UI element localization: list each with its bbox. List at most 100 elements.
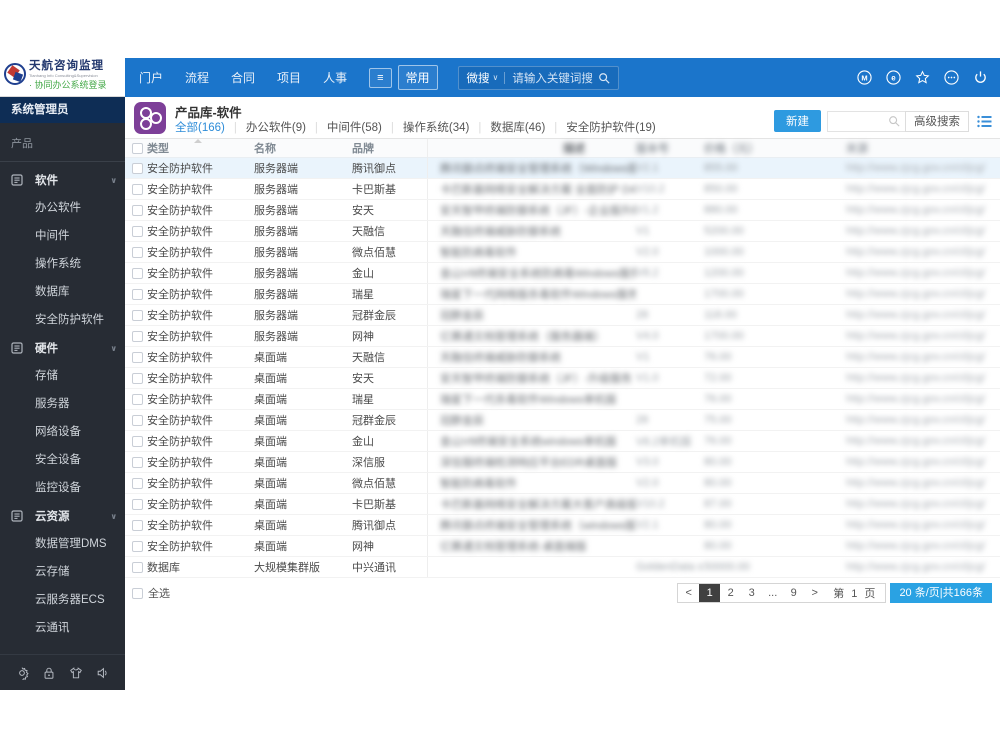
row-checkbox[interactable] bbox=[132, 204, 143, 216]
row-checkbox[interactable] bbox=[132, 351, 143, 363]
sidebar-item-中间件[interactable]: 中间件 bbox=[0, 222, 125, 250]
row-checkbox[interactable] bbox=[132, 498, 143, 510]
table-row[interactable]: 安全防护软件 服务器端 金山 金山V8终端安全系统防病毒Windows服务器版 … bbox=[125, 263, 1000, 284]
table-row[interactable]: 安全防护软件 服务器端 冠群金辰 冠群金辰 28 118.00 http://w… bbox=[125, 305, 1000, 326]
row-checkbox[interactable] bbox=[132, 372, 143, 384]
page-button-9[interactable]: 9 bbox=[783, 584, 804, 602]
tab-数据库(46)[interactable]: 数据库(46) bbox=[469, 119, 545, 135]
sidebar-item-存储[interactable]: 存储 bbox=[0, 362, 125, 390]
more-icon[interactable] bbox=[944, 70, 959, 85]
table-row[interactable]: 安全防护软件 桌面端 微点佰慧 智能防病毒软件 V2.0 80.00 http:… bbox=[125, 473, 1000, 494]
chevron-down-icon[interactable]: ∨ bbox=[111, 512, 118, 521]
row-checkbox[interactable] bbox=[132, 477, 143, 489]
row-checkbox[interactable] bbox=[132, 288, 143, 300]
nav-menu-button[interactable]: ≡ bbox=[369, 67, 392, 88]
sidebar-item-网络设备[interactable]: 网络设备 bbox=[0, 418, 125, 446]
list-view-icon[interactable] bbox=[977, 115, 992, 128]
row-checkbox[interactable] bbox=[132, 162, 143, 174]
advanced-search-button[interactable]: 高级搜索 bbox=[905, 110, 969, 132]
col-header-price[interactable]: 价格（元） bbox=[704, 140, 846, 156]
table-row[interactable]: 数据库 大规模集群版 中兴通讯 GoldenData s... 50000.00… bbox=[125, 557, 1000, 578]
table-row[interactable]: 安全防护软件 服务器端 网神 亿赛通文档管理系统（服务器端） V4.0 1700… bbox=[125, 326, 1000, 347]
sidebar-group[interactable]: 软件 ∨ bbox=[0, 166, 125, 194]
table-row[interactable]: 安全防护软件 服务器端 腾讯御点 腾讯御点终端安全管理系统（Windows版） … bbox=[125, 158, 1000, 179]
select-all-header-checkbox[interactable] bbox=[132, 142, 143, 154]
row-checkbox[interactable] bbox=[132, 414, 143, 426]
row-checkbox[interactable] bbox=[132, 561, 143, 573]
table-row[interactable]: 安全防护软件 桌面端 深信服 深信服终端检测响应平台EDR桌面版 V3.0 80… bbox=[125, 452, 1000, 473]
new-button[interactable]: 新建 bbox=[774, 110, 821, 132]
col-header-source[interactable]: 来源 bbox=[846, 140, 1000, 156]
table-search-icon[interactable] bbox=[888, 115, 900, 127]
tab-办公软件(9)[interactable]: 办公软件(9) bbox=[225, 119, 306, 135]
chevron-down-icon[interactable]: ∨ bbox=[111, 344, 118, 353]
page-button-...[interactable]: ... bbox=[762, 584, 783, 602]
table-row[interactable]: 安全防护软件 桌面端 安天 安天智甲终端防御系统（JF）-升级服务 V1.0 7… bbox=[125, 368, 1000, 389]
sidebar-item-数据管理DMS[interactable]: 数据管理DMS bbox=[0, 530, 125, 558]
theme-shirt-icon[interactable] bbox=[69, 666, 83, 680]
tab-全部(166)[interactable]: 全部(166) bbox=[175, 119, 225, 143]
page-button-3[interactable]: 3 bbox=[741, 584, 762, 602]
sidebar-item-安全防护软件[interactable]: 安全防护软件 bbox=[0, 306, 125, 334]
select-all-checkbox[interactable] bbox=[132, 587, 143, 599]
table-search-input[interactable] bbox=[827, 110, 905, 132]
global-search[interactable]: 微搜 ∨ 请输入关键词搜 bbox=[457, 65, 619, 90]
nav-item-流程[interactable]: 流程 bbox=[185, 71, 209, 85]
table-row[interactable]: 安全防护软件 桌面端 腾讯御点 腾讯御点终端安全管理系统（windows版）/ … bbox=[125, 515, 1000, 536]
table-row[interactable]: 安全防护软件 服务器端 天融信 天融信终端威胁防御系统 V1 5200.00 h… bbox=[125, 221, 1000, 242]
sidebar-item-安全设备[interactable]: 安全设备 bbox=[0, 446, 125, 474]
page-jump-label[interactable]: 第 1 页 bbox=[825, 585, 885, 601]
table-row[interactable]: 安全防护软件 桌面端 卡巴斯基 卡巴斯基网络安全解决方案大客户高级版（KBE） … bbox=[125, 494, 1000, 515]
table-row[interactable]: 安全防护软件 桌面端 天融信 天融信终端威胁防御系统 V1 76.00 http… bbox=[125, 347, 1000, 368]
row-checkbox[interactable] bbox=[132, 393, 143, 405]
sidebar-item-监控设备[interactable]: 监控设备 bbox=[0, 474, 125, 502]
lock-icon[interactable] bbox=[42, 666, 56, 680]
table-row[interactable]: 安全防护软件 桌面端 冠群金辰 冠群金辰 28 75.00 http://www… bbox=[125, 410, 1000, 431]
sidebar-item-服务器[interactable]: 服务器 bbox=[0, 390, 125, 418]
message-m-icon[interactable]: M bbox=[857, 70, 872, 85]
table-row[interactable]: 安全防护软件 桌面端 金山 金山V8终端安全系统windows单机版 V8.2单… bbox=[125, 431, 1000, 452]
col-header-name[interactable]: 名称 bbox=[254, 140, 352, 156]
page-size-badge[interactable]: 20 条/页|共166条 bbox=[890, 583, 992, 603]
sidebar-group[interactable]: 云资源 ∨ bbox=[0, 502, 125, 530]
row-checkbox[interactable] bbox=[132, 246, 143, 258]
col-header-version[interactable]: 版本号 bbox=[636, 140, 704, 156]
sidebar-item-云存储[interactable]: 云存储 bbox=[0, 558, 125, 586]
search-placeholder[interactable]: 请输入关键词搜 bbox=[512, 70, 593, 86]
col-header-brand[interactable]: 品牌 bbox=[352, 139, 428, 157]
row-checkbox[interactable] bbox=[132, 309, 143, 321]
row-checkbox[interactable] bbox=[132, 519, 143, 531]
sidebar-item-办公软件[interactable]: 办公软件 bbox=[0, 194, 125, 222]
search-icon[interactable] bbox=[598, 72, 610, 84]
search-scope-label[interactable]: 微搜 bbox=[467, 70, 490, 86]
power-icon[interactable] bbox=[973, 70, 988, 85]
favorite-star-icon[interactable] bbox=[915, 70, 930, 85]
row-checkbox[interactable] bbox=[132, 183, 143, 195]
enterprise-e-icon[interactable]: e bbox=[886, 70, 901, 85]
row-checkbox[interactable] bbox=[132, 225, 143, 237]
row-checkbox[interactable] bbox=[132, 330, 143, 342]
table-row[interactable]: 安全防护软件 服务器端 微点佰慧 智能防病毒软件 V2.0 1000.00 ht… bbox=[125, 242, 1000, 263]
nav-item-项目[interactable]: 项目 bbox=[277, 71, 301, 85]
page-button-1[interactable]: 1 bbox=[699, 584, 721, 602]
row-checkbox[interactable] bbox=[132, 540, 143, 552]
sound-speaker-icon[interactable] bbox=[96, 666, 110, 680]
nav-item-人事[interactable]: 人事 bbox=[323, 71, 347, 85]
prev-page-button[interactable]: < bbox=[678, 584, 699, 602]
table-row[interactable]: 安全防护软件 桌面端 网神 亿赛通文档管理系统-桌面端版 80.00 http:… bbox=[125, 536, 1000, 557]
search-scope-caret-icon[interactable]: ∨ bbox=[493, 73, 499, 82]
col-header-desc[interactable]: 描述 bbox=[428, 140, 636, 156]
tab-安全防护软件(19)[interactable]: 安全防护软件(19) bbox=[545, 119, 655, 135]
table-row[interactable]: 安全防护软件 服务器端 安天 安天智甲终端防御系统（JF）-企业版升级服务 V1… bbox=[125, 200, 1000, 221]
nav-favorites-button[interactable]: 常用 bbox=[397, 65, 438, 90]
table-row[interactable]: 安全防护软件 服务器端 瑞星 瑞星下一代网络版杀毒软件Windows服务器版 1… bbox=[125, 284, 1000, 305]
table-row[interactable]: 安全防护软件 服务器端 卡巴斯基 卡巴斯基网络安全解决方案 全面防护 D4B升.… bbox=[125, 179, 1000, 200]
table-row[interactable]: 安全防护软件 桌面端 瑞星 瑞星下一代杀毒软件Windows单机版 76.00 … bbox=[125, 389, 1000, 410]
tab-操作系统(34)[interactable]: 操作系统(34) bbox=[382, 119, 469, 135]
tab-中间件(58)[interactable]: 中间件(58) bbox=[306, 119, 382, 135]
row-checkbox[interactable] bbox=[132, 267, 143, 279]
sidebar-item-操作系统[interactable]: 操作系统 bbox=[0, 250, 125, 278]
row-checkbox[interactable] bbox=[132, 456, 143, 468]
chevron-down-icon[interactable]: ∨ bbox=[111, 176, 118, 185]
page-button-2[interactable]: 2 bbox=[720, 584, 741, 602]
